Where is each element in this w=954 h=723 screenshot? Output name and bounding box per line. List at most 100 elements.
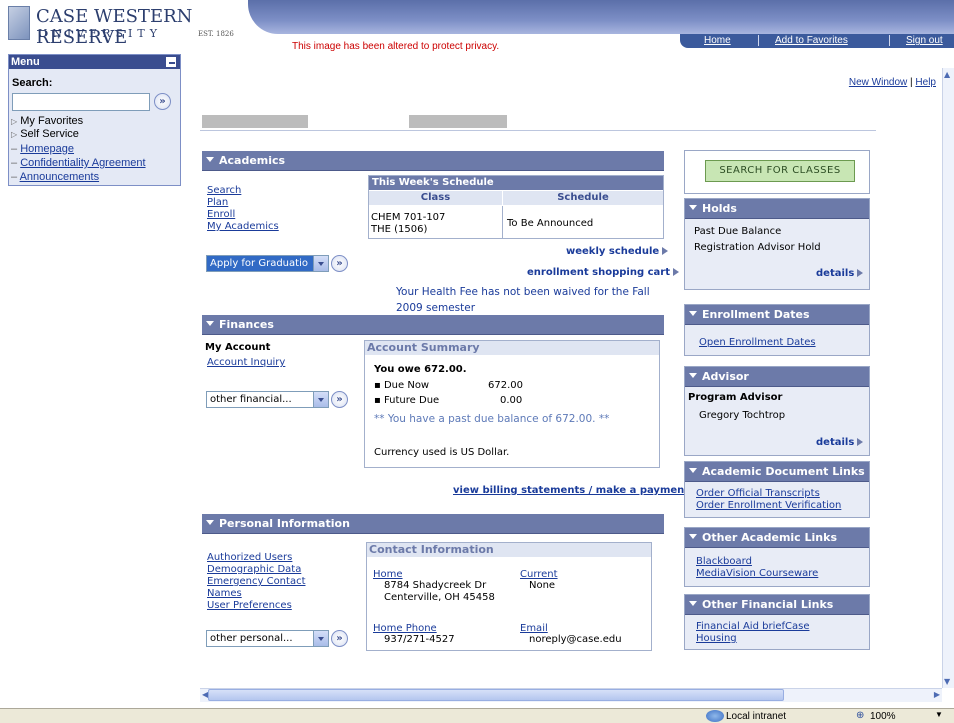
you-owe: You owe 672.00.	[374, 364, 467, 375]
user-preferences-link[interactable]: User Preferences	[207, 600, 292, 611]
open-enrollment-dates-link[interactable]: Open Enrollment Dates	[699, 337, 816, 348]
advisor-name: Gregory Tochtrop	[699, 410, 786, 421]
hold-item: Past Due Balance	[694, 226, 782, 237]
nav-add-favorites[interactable]: Add to Favorites	[775, 35, 848, 46]
link-divider: |	[910, 77, 913, 88]
page-header: CASE WESTERN RESERVE UNIVERSITY EST. 182…	[0, 0, 954, 52]
academics-dropdown[interactable]: Apply for Graduatio	[206, 255, 329, 272]
menu-item-my-favorites[interactable]: ▷ My Favorites	[11, 115, 83, 127]
bullet-icon: ▪	[374, 380, 384, 391]
vertical-scrollbar[interactable]: ▲ ▼	[942, 68, 954, 688]
redacted-block	[202, 115, 308, 128]
zoom-icon[interactable]: ⊕	[856, 710, 864, 721]
academic-document-links-header[interactable]: Academic Document Links	[685, 462, 869, 482]
authorized-users-link[interactable]: Authorized Users	[207, 552, 292, 563]
advisor-header[interactable]: Advisor	[685, 367, 869, 387]
class-line1: CHEM 701-107	[371, 212, 446, 223]
emergency-contact-link[interactable]: Emergency Contact	[207, 576, 306, 587]
schedule-col-class: Class	[369, 191, 502, 205]
shield-icon	[8, 6, 30, 40]
enrollment-dates-header[interactable]: Enrollment Dates	[685, 305, 869, 325]
finances-title: Finances	[219, 318, 274, 331]
academics-header[interactable]: Academics	[202, 151, 664, 171]
menu-item-self-service[interactable]: ▷ Self Service	[11, 128, 79, 140]
future-due-amount: 0.00	[500, 395, 523, 406]
collapse-icon[interactable]	[166, 57, 176, 67]
order-transcripts-link[interactable]: Order Official Transcripts	[696, 488, 820, 499]
finances-header[interactable]: Finances	[202, 315, 664, 335]
other-academic-links-header[interactable]: Other Academic Links	[685, 528, 869, 548]
email-link[interactable]: Email	[520, 623, 548, 634]
top-links: New Window | Help	[849, 77, 936, 88]
scroll-thumb[interactable]	[208, 689, 784, 701]
help-link[interactable]: Help	[915, 77, 936, 88]
scroll-down-icon[interactable]: ▼	[944, 677, 950, 686]
personal-info-title: Personal Information	[219, 517, 350, 530]
nav-home[interactable]: Home	[704, 35, 731, 46]
university-logo[interactable]: CASE WESTERN RESERVE UNIVERSITY EST. 182…	[8, 6, 248, 48]
redacted-block	[409, 115, 507, 128]
financial-aid-link[interactable]: Financial Aid briefCase	[696, 621, 810, 632]
nav-divider	[758, 35, 759, 46]
mediavision-link[interactable]: MediaVision Courseware	[696, 568, 818, 579]
new-window-link[interactable]: New Window	[849, 77, 907, 88]
schedule-table: This Week's Schedule Class Schedule CHEM…	[368, 175, 664, 239]
home-phone-link[interactable]: Home Phone	[373, 623, 437, 634]
scroll-right-icon[interactable]: ▶	[934, 690, 940, 699]
scroll-up-icon[interactable]: ▲	[944, 70, 950, 79]
blackboard-link[interactable]: Blackboard	[696, 556, 752, 567]
collapse-caret-icon	[206, 156, 214, 162]
menu-item-label: Self Service	[20, 128, 79, 140]
academic-document-links-panel: Academic Document Links Order Official T…	[684, 461, 870, 518]
account-inquiry-link[interactable]: Account Inquiry	[207, 357, 285, 368]
academics-plan-link[interactable]: Plan	[207, 197, 228, 208]
menu-search-label: Search:	[12, 77, 53, 89]
menu-search-input[interactable]	[12, 93, 150, 111]
arrow-right-icon	[662, 247, 669, 255]
other-academic-links-panel: Other Academic Links Blackboard MediaVis…	[684, 527, 870, 587]
weekly-schedule-link[interactable]: weekly schedule	[566, 246, 669, 257]
account-summary-box: Account Summary You owe 672.00. ▪ Due No…	[364, 340, 660, 468]
other-financial-links-title: Other Financial Links	[702, 598, 834, 611]
collapse-caret-icon	[689, 372, 697, 378]
menu-item-confidentiality[interactable]: – Confidentiality Agreement	[11, 157, 146, 169]
menu-item-homepage[interactable]: – Homepage	[11, 143, 74, 155]
zoom-level[interactable]: 100%	[870, 711, 896, 722]
academics-go-icon[interactable]: »	[331, 255, 348, 272]
menu-item-announcements[interactable]: – Announcements	[11, 171, 99, 183]
my-academics-link[interactable]: My Academics	[207, 221, 279, 232]
holds-details-label: details	[816, 268, 855, 279]
account-summary-title: Account Summary	[365, 341, 659, 355]
finances-go-icon[interactable]: »	[331, 391, 348, 408]
order-enrollment-verification-link[interactable]: Order Enrollment Verification	[696, 500, 841, 511]
billing-link[interactable]: view billing statements / make a payment	[453, 485, 689, 496]
logo-est: EST. 1826	[198, 30, 234, 38]
personal-dropdown[interactable]: other personal...	[206, 630, 329, 647]
finances-dropdown[interactable]: other financial...	[206, 391, 329, 408]
other-financial-links-header[interactable]: Other Financial Links	[685, 595, 869, 615]
personal-go-icon[interactable]: »	[331, 630, 348, 647]
finances-dropdown-value: other financial...	[210, 394, 292, 405]
shopping-cart-link[interactable]: enrollment shopping cart	[527, 267, 679, 278]
future-due-row: ▪ Future Due	[374, 395, 439, 406]
home-address-link[interactable]: Home	[373, 569, 403, 580]
personal-dropdown-value: other personal...	[210, 633, 293, 644]
chevron-down-icon	[313, 631, 328, 646]
demographic-data-link[interactable]: Demographic Data	[207, 564, 301, 575]
housing-link[interactable]: Housing	[696, 633, 737, 644]
search-for-classes-button[interactable]: SEARCH FOR CLASSES	[705, 160, 855, 182]
current-address-link[interactable]: Current	[520, 569, 558, 580]
nav-sign-out[interactable]: Sign out	[906, 35, 943, 46]
chevron-down-icon	[313, 256, 328, 271]
search-go-icon[interactable]: »	[154, 93, 171, 110]
zoom-menu-icon[interactable]: ▼	[935, 710, 943, 719]
menu-item-label: My Favorites	[20, 115, 84, 127]
shopping-cart-label: enrollment shopping cart	[527, 267, 670, 278]
holds-header[interactable]: Holds	[685, 199, 869, 219]
academics-enroll-link[interactable]: Enroll	[207, 209, 235, 220]
names-link[interactable]: Names	[207, 588, 242, 599]
academics-search-link[interactable]: Search	[207, 185, 241, 196]
holds-details-link[interactable]: details	[816, 268, 864, 279]
personal-info-header[interactable]: Personal Information	[202, 514, 664, 534]
advisor-details-link[interactable]: details	[816, 437, 864, 448]
